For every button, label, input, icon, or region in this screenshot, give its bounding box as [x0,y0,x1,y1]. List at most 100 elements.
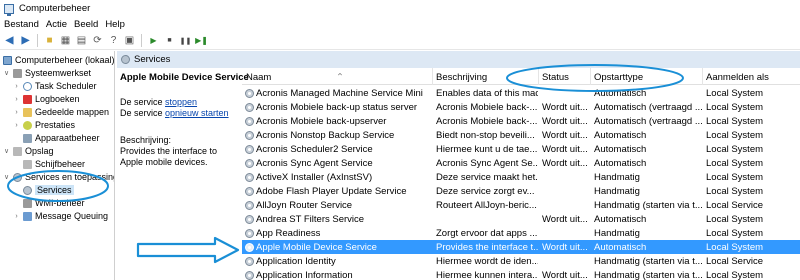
service-startup-cell: Automatisch [594,214,647,225]
column-header-startup-type[interactable]: Opstarttype [594,72,643,83]
column-header-name[interactable]: Naam [246,72,271,83]
chevron-right-icon[interactable]: › [13,122,20,129]
service-status-cell: Wordt uit... [542,116,588,127]
service-description-cell: Deze service maakt het... [436,172,538,183]
service-name-cell: Application Identity [256,256,336,267]
tree-item-gedeelde-mappen[interactable]: › Gedeelde mappen [13,106,109,118]
tree-item-wmi-beheer[interactable]: WMI-beheer [13,197,85,209]
chevron-down-icon[interactable]: ∨ [3,173,10,181]
tree-label: Prestaties [35,120,76,130]
service-status-cell: Wordt uit... [542,158,588,169]
tree-label: Task Scheduler [35,81,97,91]
description-text: Provides the interface to [120,146,218,156]
table-row[interactable]: Application Identity Hiermee wordt de ide… [242,254,800,268]
refresh-icon[interactable]: ⟳ [91,34,104,47]
chevron-down-icon[interactable]: ∨ [3,69,10,77]
services-pane-header: Services [117,51,800,68]
service-startup-cell: Handmatig [594,228,640,239]
tree-label: WMI-beheer [35,198,85,208]
service-name-cell: Application Information [256,270,353,280]
column-divider[interactable] [432,68,433,85]
service-logon-cell: Local System [706,186,764,197]
service-startup-cell: Automatisch (vertraagd ... [594,102,703,113]
tree-item-systeemwerkset[interactable]: ∨ Systeemwerkset [3,67,91,79]
table-row[interactable]: Acronis Mobiele back-upserver Acronis Mob… [242,114,800,128]
table-row[interactable]: Application Information Hiermee kunnen in… [242,268,800,280]
tree-item-schijfbeheer[interactable]: Schijfbeheer [13,158,85,170]
table-row[interactable]: Acronis Managed Machine Service Mini Enab… [242,86,800,100]
service-gear-icon [245,201,254,210]
tree-item-services-en-toepassingen[interactable]: ∨ Services en toepassingen [3,171,114,183]
menu-help[interactable]: Help [105,19,125,30]
service-name-cell: Acronis Scheduler2 Service [256,144,373,155]
table-row[interactable]: Acronis Scheduler2 Service Hiermee kunt u… [242,142,800,156]
tree-item-task-scheduler[interactable]: › Task Scheduler [13,80,97,92]
service-logon-cell: Local System [706,88,764,99]
chevron-right-icon[interactable]: › [13,109,20,116]
export-list-icon[interactable]: ▤ [75,34,88,47]
tree-item-services[interactable]: Services [13,184,74,196]
column-header-description[interactable]: Beschrijving [436,72,487,83]
service-status-cell: Wordt uit... [542,102,588,113]
service-description-cell: Acronis Sync Agent Se... [436,158,538,169]
table-row[interactable]: ActiveX Installer (AxInstSV) Deze service… [242,170,800,184]
table-row[interactable]: Acronis Nonstop Backup Service Biedt non-… [242,128,800,142]
service-name-cell: Acronis Mobiele back-upserver [256,116,387,127]
tree-item-opslag[interactable]: ∨ Opslag [3,145,54,157]
folder-up-icon[interactable]: ■ [43,34,56,47]
column-header-logon[interactable]: Aanmelden als [706,72,769,83]
table-row[interactable]: App Readiness Zorgt ervoor dat apps ... Ha… [242,226,800,240]
tree-label: Message Queuing [35,211,109,221]
restart-service-icon[interactable]: ▶❚ [195,34,208,47]
menu-bestand[interactable]: Bestand [4,19,39,30]
pause-service-icon[interactable]: ❚❚ [179,34,192,47]
service-status-cell: Wordt uit... [542,270,588,280]
table-row[interactable]: AllJoyn Router Service Routeert AllJoyn-b… [242,198,800,212]
back-icon[interactable]: ◀ [3,34,16,47]
service-startup-cell: Automatisch (vertraagd ... [594,116,703,127]
service-startup-cell: Automatisch [594,88,647,99]
chevron-right-icon[interactable]: › [13,96,20,103]
tree-item-message-queuing[interactable]: › Message Queuing [13,210,108,222]
table-row[interactable]: Adobe Flash Player Update Service Deze se… [242,184,800,198]
table-row[interactable]: Acronis Mobiele back-up status server Acr… [242,100,800,114]
service-logon-cell: Local System [706,242,764,253]
service-startup-cell: Automatisch [594,144,647,155]
service-gear-icon [245,243,254,252]
service-startup-cell: Handmatig (starten via t... [594,256,703,267]
service-gear-icon [245,271,254,280]
tree-item-apparaatbeheer[interactable]: Apparaatbeheer [13,132,100,144]
service-description-cell: Biedt non-stop beveili... [436,130,535,141]
tree-item-prestaties[interactable]: › Prestaties [13,119,75,131]
tools-icon [13,68,22,78]
forward-icon[interactable]: ▶ [19,34,32,47]
chevron-down-icon[interactable]: ∨ [3,147,10,155]
stop-service-link[interactable]: stoppen [165,97,197,107]
service-description-cell: Hiermee wordt de iden... [436,256,538,267]
stop-prefix: De service [120,97,166,107]
navigation-tree: Computerbeheer (lokaal) ∨ Systeemwerkset… [0,51,115,280]
column-divider[interactable] [538,68,539,85]
table-row[interactable]: Apple Mobile Device Service Provides the … [242,240,800,254]
table-row[interactable]: Acronis Sync Agent Service Acronis Sync A… [242,156,800,170]
tree-item-logboeken[interactable]: › Logboeken [13,93,79,105]
toolbar-divider [141,34,142,47]
tree-root[interactable]: Computerbeheer (lokaal) [3,54,115,66]
restart-service-link[interactable]: opnieuw starten [165,108,229,118]
column-divider[interactable] [590,68,591,85]
menu-actie[interactable]: Actie [46,19,67,30]
chevron-right-icon[interactable]: › [13,213,20,220]
help-icon[interactable]: ? [107,34,120,47]
toolbar-divider [37,34,38,47]
stop-service-icon[interactable]: ■ [163,34,176,47]
service-gear-icon [245,159,254,168]
menu-beeld[interactable]: Beeld [74,19,98,30]
properties-icon[interactable]: ▣ [123,34,136,47]
table-row[interactable]: Andrea ST Filters Service Wordt uit... Aut… [242,212,800,226]
column-divider[interactable] [702,68,703,85]
start-service-icon[interactable]: ▶ [147,34,160,47]
tree-label: Computerbeheer (lokaal) [15,55,115,65]
column-header-status[interactable]: Status [542,72,569,83]
show-hide-tree-icon[interactable]: ▦ [59,34,72,47]
chevron-right-icon[interactable]: › [13,83,20,90]
